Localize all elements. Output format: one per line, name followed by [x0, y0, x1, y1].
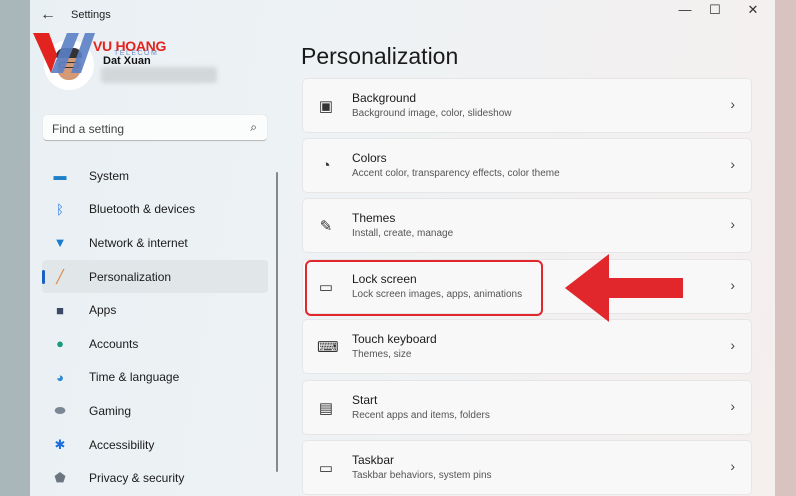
- sidebar-item-label: Personalization: [89, 269, 172, 284]
- brush-icon: ╱: [56, 268, 64, 284]
- red-arrow-annotation: [565, 254, 683, 322]
- card-colors[interactable]: ◔ Colors Accent color, transparency effect…: [302, 138, 752, 193]
- palette-icon: ◔: [321, 157, 331, 174]
- sidebar-item-system[interactable]: ▬ System: [42, 159, 268, 193]
- sidebar-item-privacy[interactable]: ⬟ Privacy & security: [42, 461, 268, 495]
- card-title: Colors: [352, 151, 387, 165]
- user-name: Dat Xuan: [103, 55, 151, 67]
- card-subtitle: Recent apps and items, folders: [352, 410, 490, 421]
- card-title: Touch keyboard: [352, 332, 437, 346]
- sidebar-scrollbar[interactable]: [276, 172, 278, 472]
- watermark-logo: [33, 33, 95, 73]
- sidebar-item-label: Accessibility: [89, 437, 155, 452]
- card-start[interactable]: ▤ Start Recent apps and items, folders ›: [302, 380, 752, 435]
- sidebar-item-time-language[interactable]: ◕ Time & language: [42, 361, 268, 395]
- wifi-icon: ▼: [53, 235, 67, 251]
- card-title: Themes: [352, 211, 396, 225]
- bluetooth-icon: ᛒ: [56, 201, 64, 217]
- maximize-button[interactable]: ☐: [700, 2, 730, 18]
- sidebar-item-label: System: [89, 168, 130, 183]
- card-subtitle: Themes, size: [352, 349, 412, 360]
- app-title: Settings: [71, 9, 111, 21]
- image-icon: ▣: [318, 98, 334, 115]
- sidebar-item-apps[interactable]: ■ Apps: [42, 293, 268, 327]
- gamepad-icon: ⬬: [54, 402, 66, 418]
- sidebar-item-personalization[interactable]: ╱ Personalization: [42, 259, 268, 294]
- card-title: Start: [352, 393, 378, 407]
- user-email-blurred: [101, 67, 217, 83]
- monitor-icon: ▬: [53, 168, 67, 184]
- close-button[interactable]: ✕: [738, 2, 768, 18]
- sidebar-item-label: Network & internet: [89, 235, 188, 250]
- chevron-right-icon: ›: [730, 277, 735, 293]
- keyboard-icon: ⌨: [317, 339, 339, 356]
- sidebar-item-label: Accounts: [89, 336, 139, 351]
- pen-icon: ✎: [319, 218, 333, 235]
- card-taskbar[interactable]: ▭ Taskbar Taskbar behaviors, system pins ›: [302, 440, 752, 495]
- search-input[interactable]: Find a setting ⌕: [43, 115, 267, 141]
- accessibility-icon: ✱: [54, 436, 66, 452]
- back-arrow-icon[interactable]: ←: [40, 6, 56, 24]
- title-bar: ← Settings — ☐ ✕: [30, 0, 775, 32]
- card-subtitle: Accent color, transparency effects, colo…: [352, 168, 560, 179]
- highlight-box: [305, 260, 543, 316]
- chevron-right-icon: ›: [730, 96, 735, 112]
- search-placeholder: Find a setting: [52, 122, 125, 136]
- card-title: Background: [352, 91, 417, 105]
- card-title: Taskbar: [352, 453, 395, 467]
- card-subtitle: Taskbar behaviors, system pins: [352, 470, 492, 481]
- shield-icon: ⬟: [54, 470, 66, 486]
- settings-window: ← Settings — ☐ ✕ VU HOANG TELECOM Dat Xu…: [30, 0, 775, 496]
- apps-icon: ■: [56, 302, 64, 318]
- minimize-button[interactable]: —: [670, 2, 700, 17]
- taskbar-icon: ▭: [318, 460, 334, 477]
- sidebar-item-accounts[interactable]: ● Accounts: [42, 327, 268, 361]
- background-strip: [775, 0, 796, 496]
- chevron-right-icon: ›: [730, 156, 735, 172]
- card-subtitle: Install, create, manage: [352, 228, 454, 239]
- sidebar-item-label: Gaming: [89, 403, 132, 418]
- sidebar-item-label: Apps: [89, 303, 117, 318]
- search-icon: ⌕: [250, 120, 257, 134]
- chevron-right-icon: ›: [730, 458, 735, 474]
- card-themes[interactable]: ✎ Themes Install, create, manage ›: [302, 198, 752, 253]
- sidebar-item-network[interactable]: ▼ Network & internet: [42, 226, 268, 260]
- sidebar-item-accessibility[interactable]: ✱ Accessibility: [42, 428, 268, 462]
- page-title: Personalization: [301, 43, 459, 69]
- start-icon: ▤: [318, 400, 334, 417]
- sidebar-item-bluetooth[interactable]: ᛒ Bluetooth & devices: [42, 193, 268, 227]
- chevron-right-icon: ›: [730, 337, 735, 353]
- chevron-right-icon: ›: [730, 398, 735, 414]
- globe-clock-icon: ◕: [56, 369, 64, 385]
- sidebar-item-gaming[interactable]: ⬬ Gaming: [42, 394, 268, 428]
- sidebar-nav: ▬ System ᛒ Bluetooth & devices ▼ Network & …: [42, 159, 268, 495]
- chevron-right-icon: ›: [730, 216, 735, 232]
- card-touch-keyboard[interactable]: ⌨ Touch keyboard Themes, size ›: [302, 319, 752, 374]
- person-icon: ●: [56, 336, 64, 352]
- sidebar-item-label: Bluetooth & devices: [89, 202, 196, 217]
- sidebar-item-label: Privacy & security: [89, 471, 185, 486]
- sidebar-item-label: Time & language: [89, 370, 180, 385]
- card-subtitle: Background image, color, slideshow: [352, 108, 512, 119]
- card-background[interactable]: ▣ Background Background image, color, slid…: [302, 78, 752, 133]
